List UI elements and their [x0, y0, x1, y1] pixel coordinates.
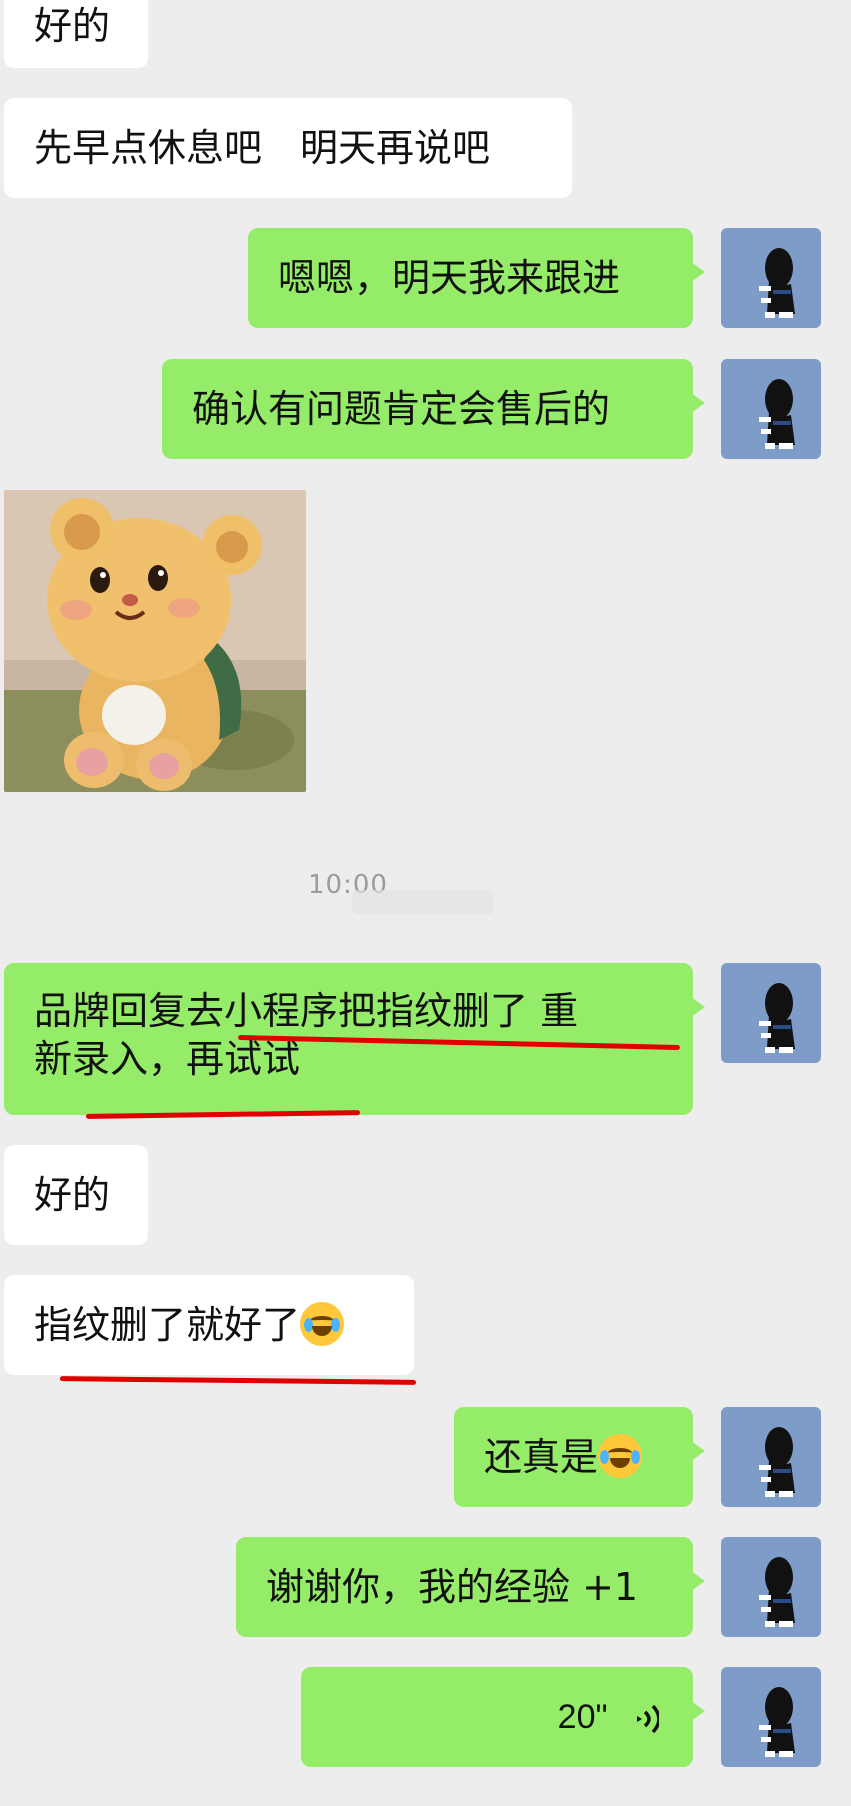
avatar-figure-icon: [759, 1557, 795, 1627]
voice-wave-icon: [637, 1704, 659, 1734]
message-text: 还真是: [484, 1435, 599, 1479]
blurred-date-text: [352, 890, 494, 914]
message-bubble-incoming[interactable]: 先早点休息吧 明天再说吧: [4, 98, 572, 198]
avatar-figure-icon: [759, 248, 795, 318]
tears-of-joy-icon: [598, 1434, 643, 1478]
message-text: 好的: [34, 4, 111, 48]
message-text: 谢谢你，我的经验 +1: [266, 1565, 639, 1609]
user-avatar[interactable]: [721, 1537, 821, 1637]
face-with-tears-icon: [300, 1302, 345, 1346]
message-bubble-incoming[interactable]: 指纹删了就好了: [4, 1275, 414, 1375]
message-text-line-1: 品牌回复去小程序把指纹删了 重: [34, 989, 579, 1033]
user-avatar[interactable]: [721, 963, 821, 1063]
message-bubble-incoming[interactable]: 好的: [4, 0, 148, 68]
user-avatar[interactable]: [721, 1407, 821, 1507]
avatar-figure-icon: [759, 1427, 795, 1497]
message-bubble-outgoing[interactable]: 谢谢你，我的经验 +1: [236, 1537, 705, 1637]
avatar-figure-icon: [759, 379, 795, 449]
message-text: 嗯嗯，明天我来跟进: [278, 256, 621, 300]
message-text: 先早点休息吧 明天再说吧: [34, 126, 491, 170]
message-bubble-outgoing[interactable]: 确认有问题肯定会售后的: [162, 359, 705, 459]
voice-message-bubble[interactable]: 20": [301, 1667, 705, 1767]
user-avatar[interactable]: [721, 228, 821, 328]
message-bubble-incoming[interactable]: 好的: [4, 1145, 148, 1245]
avatar-figure-icon: [759, 983, 795, 1053]
voice-duration: 20": [557, 1698, 608, 1736]
user-avatar[interactable]: [721, 1667, 821, 1767]
message-bubble-outgoing[interactable]: 嗯嗯，明天我来跟进: [248, 228, 705, 328]
message-text: 好的: [34, 1173, 111, 1217]
message-text: 指纹删了就好了: [34, 1303, 301, 1347]
avatar-figure-icon: [759, 1687, 795, 1757]
annotation-underline: [59, 1376, 417, 1385]
user-avatar[interactable]: [721, 359, 821, 459]
message-text: 确认有问题肯定会售后的: [192, 387, 611, 431]
message-bubble-outgoing[interactable]: 还真是: [454, 1407, 705, 1507]
teddy-bear-sticker-image[interactable]: [4, 490, 306, 792]
